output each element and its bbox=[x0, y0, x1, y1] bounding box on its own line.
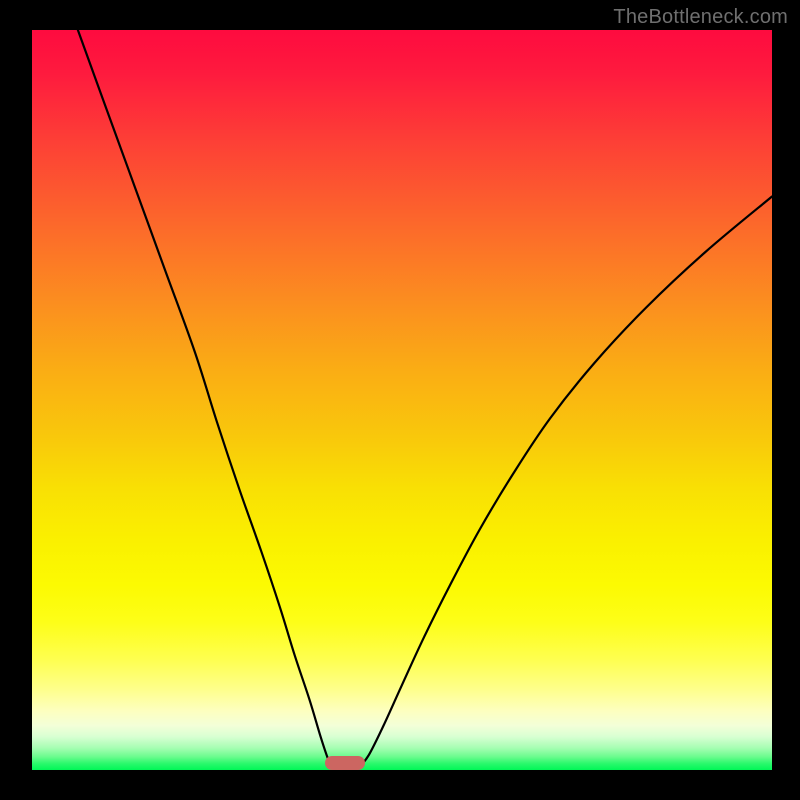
curves-layer bbox=[32, 30, 772, 770]
chart-frame: TheBottleneck.com bbox=[0, 0, 800, 800]
right-curve bbox=[360, 197, 772, 767]
minimum-marker bbox=[325, 756, 365, 770]
left-curve bbox=[78, 30, 332, 766]
watermark-text: TheBottleneck.com bbox=[613, 6, 788, 29]
plot-area bbox=[32, 30, 772, 770]
